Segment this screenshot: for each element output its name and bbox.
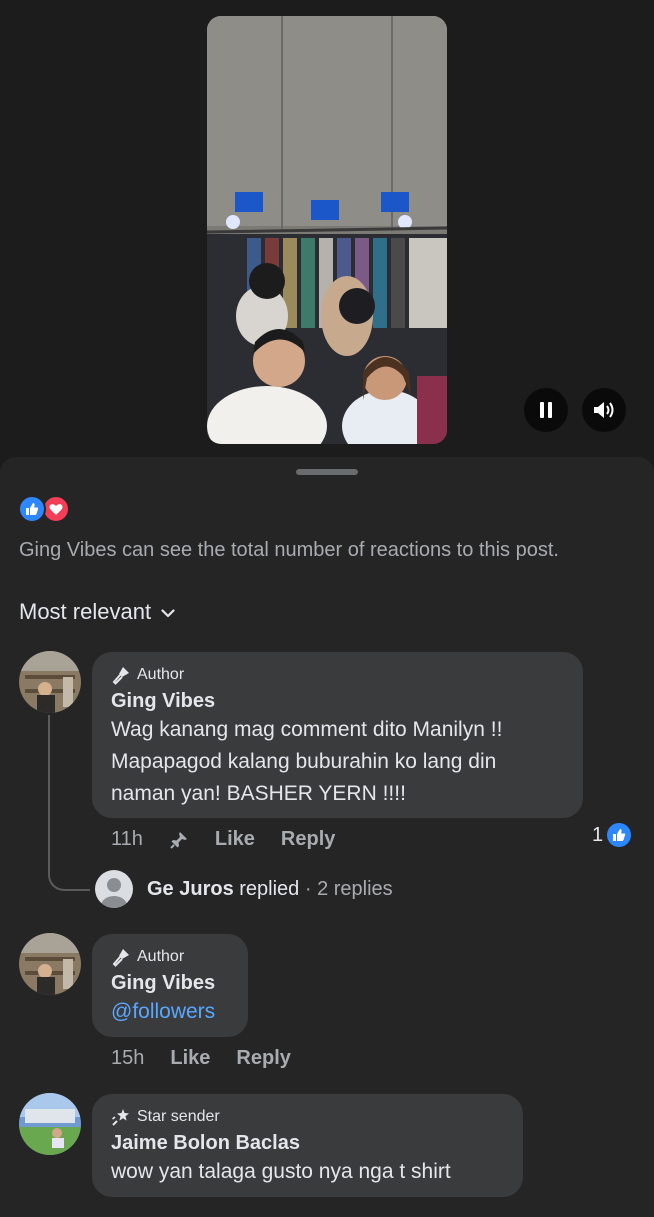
reactions-summary[interactable]	[18, 495, 78, 523]
comments-sheet: Ging Vibes can see the total number of r…	[0, 457, 654, 1217]
comment-bubble[interactable]: Author Ging Vibes @followers	[92, 934, 248, 1037]
comment-text-line: naman yan! BASHER YERN !!!!	[111, 782, 406, 805]
chevron-down-icon	[161, 608, 175, 617]
reply-count: · 2 replies	[299, 877, 393, 900]
comment-time: 15h	[111, 1047, 145, 1069]
sort-label: Most relevant	[19, 599, 152, 624]
sort-dropdown[interactable]: Most relevant	[19, 599, 175, 625]
reactions-visibility-note: Ging Vibes can see the total number of r…	[19, 539, 559, 561]
sheet-drag-handle[interactable]	[296, 469, 358, 475]
badge-label: Star sender	[137, 1108, 220, 1125]
comment-author[interactable]: Ging Vibes	[111, 688, 563, 714]
comment-actions: 11h Like Reply	[111, 828, 335, 851]
comment-bubble[interactable]: Star sender Jaime Bolon Baclas wow yan t…	[92, 1094, 523, 1197]
pause-icon	[540, 402, 552, 418]
like-count-number: 1	[592, 823, 604, 846]
comment-actions: 15h Like Reply	[111, 1047, 291, 1070]
thread-connector	[48, 715, 90, 891]
video-player[interactable]	[207, 16, 447, 444]
like-button[interactable]: Like	[215, 828, 255, 851]
star-sender-icon	[112, 1109, 129, 1126]
comment-text-line: Mapapagod kalang buburahin ko lang din	[111, 750, 497, 773]
like-icon	[607, 823, 632, 847]
video-area	[0, 0, 654, 460]
pause-button[interactable]	[524, 388, 568, 432]
badge-label: Author	[137, 948, 185, 965]
pin-icon	[170, 831, 187, 849]
avatar[interactable]	[19, 933, 81, 995]
badge-label: Author	[137, 666, 185, 683]
love-icon	[42, 495, 70, 523]
avatar[interactable]	[19, 651, 81, 713]
view-replies-link[interactable]: Ge Juros replied · 2 replies	[95, 870, 393, 908]
comment-like-count[interactable]: 1	[592, 823, 632, 847]
microphone-icon	[112, 667, 129, 685]
microphone-icon	[112, 949, 129, 967]
volume-icon	[594, 402, 614, 418]
reply-button[interactable]: Reply	[281, 828, 335, 851]
star-sender-badge: Star sender	[111, 1106, 503, 1128]
mention-link[interactable]: @followers	[111, 996, 228, 1028]
volume-button[interactable]	[582, 388, 626, 432]
avatar[interactable]	[19, 1093, 81, 1155]
comment-bubble[interactable]: Author Ging Vibes Wag kanang mag comment…	[92, 652, 583, 818]
default-avatar-icon	[95, 870, 133, 908]
comment-text: wow yan talaga gusto nya nga t shirt	[111, 1160, 451, 1183]
comment-text-line: Wag kanang mag comment dito Manilyn !!	[111, 718, 503, 741]
comment-author[interactable]: Jaime Bolon Baclas	[111, 1130, 503, 1156]
replier-name: Ge Juros	[147, 877, 234, 900]
reply-button[interactable]: Reply	[236, 1047, 290, 1070]
video-frame-scene	[207, 16, 447, 444]
comment-time: 11h	[111, 828, 143, 850]
comment-author[interactable]: Ging Vibes	[111, 970, 228, 996]
reply-summary-text: Ge Juros replied · 2 replies	[147, 878, 393, 901]
like-icon	[18, 495, 46, 523]
author-badge: Author	[111, 946, 228, 968]
author-badge: Author	[111, 664, 563, 686]
replied-verb: replied	[239, 877, 300, 900]
like-button[interactable]: Like	[170, 1047, 210, 1070]
